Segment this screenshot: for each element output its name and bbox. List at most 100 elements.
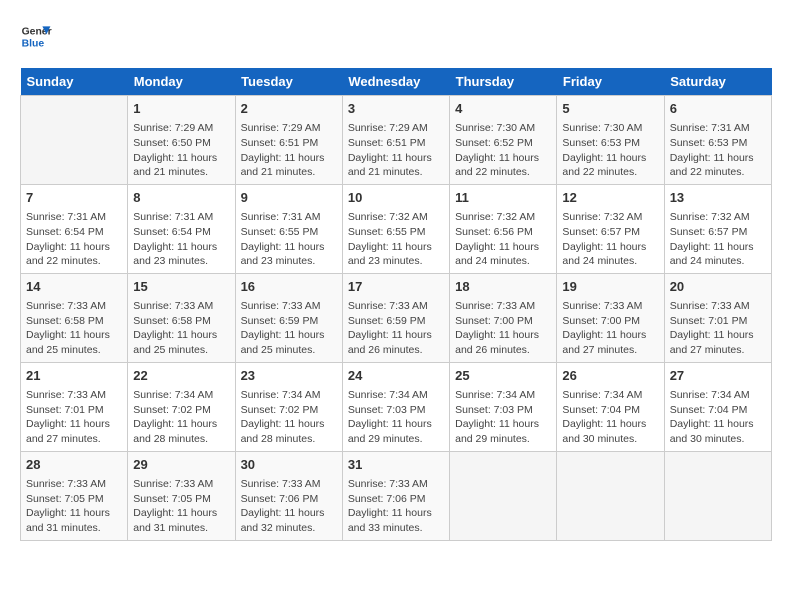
header-cell-sunday: Sunday — [21, 68, 128, 96]
day-number: 27 — [670, 367, 766, 385]
cell-content: Sunrise: 7:33 AM Sunset: 7:06 PM Dayligh… — [241, 477, 337, 536]
calendar-week-row: 14 Sunrise: 7:33 AM Sunset: 6:58 PM Dayli… — [21, 273, 772, 362]
cell-content: Sunrise: 7:30 AM Sunset: 6:52 PM Dayligh… — [455, 121, 551, 180]
header-cell-friday: Friday — [557, 68, 664, 96]
cell-content: Sunrise: 7:32 AM Sunset: 6:55 PM Dayligh… — [348, 210, 444, 269]
calendar-cell: 15 Sunrise: 7:33 AM Sunset: 6:58 PM Dayli… — [128, 273, 235, 362]
calendar-week-row: 21 Sunrise: 7:33 AM Sunset: 7:01 PM Dayli… — [21, 362, 772, 451]
header-cell-tuesday: Tuesday — [235, 68, 342, 96]
day-number: 15 — [133, 278, 229, 296]
calendar-cell: 2 Sunrise: 7:29 AM Sunset: 6:51 PM Daylig… — [235, 96, 342, 185]
svg-text:Blue: Blue — [22, 38, 45, 49]
day-number: 5 — [562, 100, 658, 118]
day-number: 31 — [348, 456, 444, 474]
calendar-week-row: 1 Sunrise: 7:29 AM Sunset: 6:50 PM Daylig… — [21, 96, 772, 185]
calendar-cell: 30 Sunrise: 7:33 AM Sunset: 7:06 PM Dayli… — [235, 451, 342, 540]
cell-content: Sunrise: 7:33 AM Sunset: 6:58 PM Dayligh… — [133, 299, 229, 358]
day-number: 30 — [241, 456, 337, 474]
day-number: 7 — [26, 189, 122, 207]
day-number: 8 — [133, 189, 229, 207]
calendar-cell: 17 Sunrise: 7:33 AM Sunset: 6:59 PM Dayli… — [342, 273, 449, 362]
day-number: 23 — [241, 367, 337, 385]
calendar-cell — [21, 96, 128, 185]
day-number: 19 — [562, 278, 658, 296]
cell-content: Sunrise: 7:32 AM Sunset: 6:57 PM Dayligh… — [670, 210, 766, 269]
calendar-cell: 14 Sunrise: 7:33 AM Sunset: 6:58 PM Dayli… — [21, 273, 128, 362]
header-cell-thursday: Thursday — [450, 68, 557, 96]
calendar-week-row: 28 Sunrise: 7:33 AM Sunset: 7:05 PM Dayli… — [21, 451, 772, 540]
calendar-cell: 28 Sunrise: 7:33 AM Sunset: 7:05 PM Dayli… — [21, 451, 128, 540]
cell-content: Sunrise: 7:33 AM Sunset: 7:00 PM Dayligh… — [455, 299, 551, 358]
cell-content: Sunrise: 7:31 AM Sunset: 6:53 PM Dayligh… — [670, 121, 766, 180]
cell-content: Sunrise: 7:34 AM Sunset: 7:02 PM Dayligh… — [241, 388, 337, 447]
calendar-header-row: SundayMondayTuesdayWednesdayThursdayFrid… — [21, 68, 772, 96]
calendar-cell: 1 Sunrise: 7:29 AM Sunset: 6:50 PM Daylig… — [128, 96, 235, 185]
day-number: 2 — [241, 100, 337, 118]
day-number: 6 — [670, 100, 766, 118]
logo-icon: General Blue — [20, 20, 52, 52]
calendar-cell: 18Sunrise: 7:33 AM Sunset: 7:00 PM Dayli… — [450, 273, 557, 362]
calendar-cell: 19 Sunrise: 7:33 AM Sunset: 7:00 PM Dayli… — [557, 273, 664, 362]
calendar-table: SundayMondayTuesdayWednesdayThursdayFrid… — [20, 68, 772, 541]
calendar-cell: 21 Sunrise: 7:33 AM Sunset: 7:01 PM Dayli… — [21, 362, 128, 451]
cell-content: Sunrise: 7:32 AM Sunset: 6:57 PM Dayligh… — [562, 210, 658, 269]
cell-content: Sunrise: 7:33 AM Sunset: 6:59 PM Dayligh… — [241, 299, 337, 358]
day-number: 17 — [348, 278, 444, 296]
day-number: 1 — [133, 100, 229, 118]
calendar-cell: 7Sunrise: 7:31 AM Sunset: 6:54 PM Daylig… — [21, 184, 128, 273]
calendar-cell: 26 Sunrise: 7:34 AM Sunset: 7:04 PM Dayli… — [557, 362, 664, 451]
calendar-cell: 13Sunrise: 7:32 AM Sunset: 6:57 PM Dayli… — [664, 184, 771, 273]
cell-content: Sunrise: 7:34 AM Sunset: 7:04 PM Dayligh… — [562, 388, 658, 447]
cell-content: Sunrise: 7:33 AM Sunset: 6:59 PM Dayligh… — [348, 299, 444, 358]
cell-content: Sunrise: 7:33 AM Sunset: 7:01 PM Dayligh… — [670, 299, 766, 358]
calendar-cell: 16 Sunrise: 7:33 AM Sunset: 6:59 PM Dayli… — [235, 273, 342, 362]
calendar-cell: 27 Sunrise: 7:34 AM Sunset: 7:04 PM Dayli… — [664, 362, 771, 451]
cell-content: Sunrise: 7:33 AM Sunset: 7:06 PM Dayligh… — [348, 477, 444, 536]
cell-content: Sunrise: 7:34 AM Sunset: 7:03 PM Dayligh… — [348, 388, 444, 447]
calendar-cell: 29 Sunrise: 7:33 AM Sunset: 7:05 PM Dayli… — [128, 451, 235, 540]
cell-content: Sunrise: 7:33 AM Sunset: 7:00 PM Dayligh… — [562, 299, 658, 358]
day-number: 21 — [26, 367, 122, 385]
cell-content: Sunrise: 7:29 AM Sunset: 6:51 PM Dayligh… — [241, 121, 337, 180]
day-number: 29 — [133, 456, 229, 474]
calendar-cell: 6 Sunrise: 7:31 AM Sunset: 6:53 PM Daylig… — [664, 96, 771, 185]
cell-content: Sunrise: 7:33 AM Sunset: 6:58 PM Dayligh… — [26, 299, 122, 358]
header-cell-wednesday: Wednesday — [342, 68, 449, 96]
calendar-cell: 5Sunrise: 7:30 AM Sunset: 6:53 PM Daylig… — [557, 96, 664, 185]
day-number: 4 — [455, 100, 551, 118]
day-number: 24 — [348, 367, 444, 385]
day-number: 28 — [26, 456, 122, 474]
calendar-cell: 31 Sunrise: 7:33 AM Sunset: 7:06 PM Dayli… — [342, 451, 449, 540]
calendar-cell: 9Sunrise: 7:31 AM Sunset: 6:55 PM Daylig… — [235, 184, 342, 273]
cell-content: Sunrise: 7:33 AM Sunset: 7:05 PM Dayligh… — [26, 477, 122, 536]
calendar-cell: 25 Sunrise: 7:34 AM Sunset: 7:03 PM Dayli… — [450, 362, 557, 451]
cell-content: Sunrise: 7:31 AM Sunset: 6:54 PM Dayligh… — [133, 210, 229, 269]
cell-content: Sunrise: 7:31 AM Sunset: 6:55 PM Dayligh… — [241, 210, 337, 269]
day-number: 26 — [562, 367, 658, 385]
day-number: 25 — [455, 367, 551, 385]
cell-content: Sunrise: 7:34 AM Sunset: 7:04 PM Dayligh… — [670, 388, 766, 447]
cell-content: Sunrise: 7:33 AM Sunset: 7:05 PM Dayligh… — [133, 477, 229, 536]
cell-content: Sunrise: 7:29 AM Sunset: 6:50 PM Dayligh… — [133, 121, 229, 180]
cell-content: Sunrise: 7:34 AM Sunset: 7:02 PM Dayligh… — [133, 388, 229, 447]
calendar-cell: 10 Sunrise: 7:32 AM Sunset: 6:55 PM Dayli… — [342, 184, 449, 273]
page-header: General Blue — [20, 20, 772, 52]
day-number: 22 — [133, 367, 229, 385]
day-number: 10 — [348, 189, 444, 207]
header-cell-monday: Monday — [128, 68, 235, 96]
calendar-week-row: 7 Sunrise: 7:31 AM Sunset: 6:54 PM Daylig… — [21, 184, 772, 273]
cell-content: Sunrise: 7:34 AM Sunset: 7:03 PM Dayligh… — [455, 388, 551, 447]
calendar-cell — [557, 451, 664, 540]
day-number: 16 — [241, 278, 337, 296]
cell-content: Sunrise: 7:32 AM Sunset: 6:56 PM Dayligh… — [455, 210, 551, 269]
calendar-cell: 23 Sunrise: 7:34 AM Sunset: 7:02 PM Dayli… — [235, 362, 342, 451]
day-number: 14 — [26, 278, 122, 296]
calendar-cell: 3 Sunrise: 7:29 AM Sunset: 6:51 PM Daylig… — [342, 96, 449, 185]
calendar-cell — [664, 451, 771, 540]
day-number: 3 — [348, 100, 444, 118]
calendar-cell: 22 Sunrise: 7:34 AM Sunset: 7:02 PM Dayli… — [128, 362, 235, 451]
cell-content: Sunrise: 7:33 AM Sunset: 7:01 PM Dayligh… — [26, 388, 122, 447]
calendar-cell: 8 Sunrise: 7:31 AM Sunset: 6:54 PM Daylig… — [128, 184, 235, 273]
cell-content: Sunrise: 7:29 AM Sunset: 6:51 PM Dayligh… — [348, 121, 444, 180]
calendar-cell: 4 Sunrise: 7:30 AM Sunset: 6:52 PM Daylig… — [450, 96, 557, 185]
